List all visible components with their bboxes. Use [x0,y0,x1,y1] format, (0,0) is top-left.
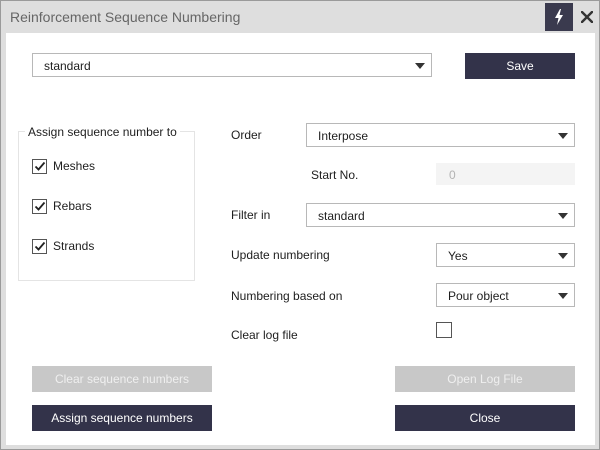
chevron-down-icon [415,63,425,69]
checkmark-icon [34,241,46,251]
numbering-based-on-dropdown[interactable]: Pour object [436,283,575,307]
filter-in-dropdown[interactable]: standard [306,203,575,227]
chevron-down-icon [558,293,568,299]
numbering-based-on-value: Pour object [448,289,509,303]
clear-sequence-button[interactable]: Clear sequence numbers [32,366,212,392]
assign-sequence-button[interactable]: Assign sequence numbers [32,405,212,431]
window-title: Reinforcement Sequence Numbering [10,9,241,25]
assign-group-title: Assign sequence number to [25,125,180,139]
checkmark-icon [34,201,46,211]
start-no-input: 0 [436,163,575,185]
filter-in-label: Filter in [231,208,271,222]
update-numbering-value: Yes [448,249,468,263]
dialog-window: Reinforcement Sequence Numbering standar… [0,0,600,450]
start-no-value: 0 [449,168,456,182]
chevron-down-icon [558,253,568,259]
rebars-checkbox[interactable] [32,198,47,214]
strands-label: Strands [53,239,95,253]
open-log-file-button[interactable]: Open Log File [395,366,575,392]
save-button[interactable]: Save [465,53,575,79]
order-dropdown[interactable]: Interpose [306,123,575,147]
rebars-checkbox-row[interactable]: Rebars [32,198,92,214]
close-window-button[interactable] [575,3,599,31]
lightning-icon [555,9,563,25]
numbering-based-on-label: Numbering based on [231,289,343,303]
meshes-checkbox[interactable] [32,158,47,174]
title-bar[interactable]: Reinforcement Sequence Numbering [1,1,599,33]
clear-log-label: Clear log file [231,328,298,342]
settings-dropdown-value: standard [44,59,91,73]
update-numbering-label: Update numbering [231,248,330,262]
filter-in-value: standard [318,209,365,223]
order-value: Interpose [318,129,369,143]
checkmark-icon [34,161,46,171]
pin-button[interactable] [545,3,573,31]
meshes-label: Meshes [53,159,96,173]
strands-checkbox[interactable] [32,238,47,254]
start-no-label: Start No. [311,168,359,182]
chevron-down-icon [558,213,568,219]
settings-dropdown[interactable]: standard [32,53,432,77]
close-icon [581,11,593,23]
close-button[interactable]: Close [395,405,575,431]
rebars-label: Rebars [53,199,92,213]
chevron-down-icon [558,133,568,139]
meshes-checkbox-row[interactable]: Meshes [32,158,95,174]
dialog-content: standard Save Assign sequence number to … [6,33,595,445]
clear-log-checkbox[interactable] [436,322,452,338]
strands-checkbox-row[interactable]: Strands [32,238,94,254]
update-numbering-dropdown[interactable]: Yes [436,243,575,267]
order-label: Order [231,128,262,142]
